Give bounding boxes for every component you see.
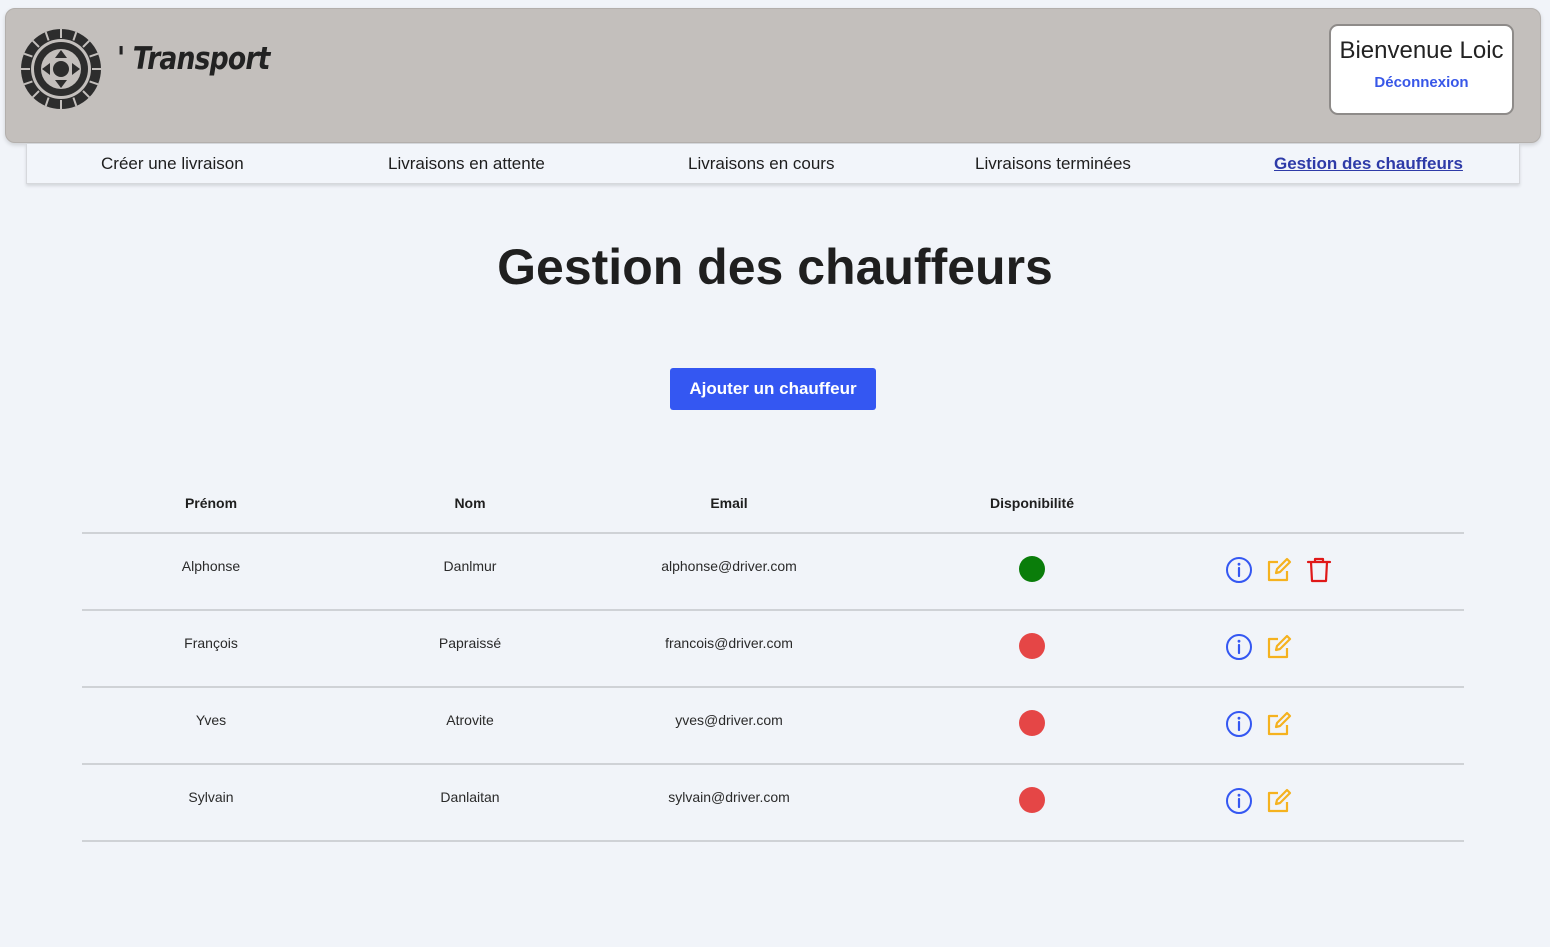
driver-lastname: Atrovite bbox=[446, 712, 494, 728]
add-driver-button[interactable]: Ajouter un chauffeur bbox=[670, 368, 876, 410]
table-row: Yves Atrovite yves@driver.com bbox=[82, 688, 1464, 765]
table-header: Prénom Nom Email Disponibilité bbox=[82, 484, 1464, 534]
page-title: Gestion des chauffeurs bbox=[497, 239, 1053, 295]
driver-firstname: François bbox=[184, 635, 238, 651]
info-icon[interactable] bbox=[1225, 556, 1253, 584]
app-logo-text: ' Transport bbox=[117, 41, 270, 77]
welcome-message: Bienvenue Loic bbox=[1339, 37, 1504, 64]
table-row: Sylvain Danlaitan sylvain@driver.com bbox=[82, 765, 1464, 842]
nav-driver-management[interactable]: Gestion des chauffeurs bbox=[1274, 154, 1463, 174]
info-icon[interactable] bbox=[1225, 787, 1253, 815]
table-row: Alphonse Danlmur alphonse@driver.com bbox=[82, 534, 1464, 611]
availability-indicator bbox=[1019, 556, 1045, 582]
row-actions bbox=[1225, 633, 1293, 661]
table-row: François Papraissé francois@driver.com bbox=[82, 611, 1464, 688]
edit-icon[interactable] bbox=[1265, 556, 1293, 584]
main-navigation: Créer une livraison Livraisons en attent… bbox=[26, 144, 1520, 184]
row-actions bbox=[1225, 787, 1293, 815]
info-icon[interactable] bbox=[1225, 710, 1253, 738]
logout-link[interactable]: Déconnexion bbox=[1331, 74, 1512, 91]
app-header: ' Transport Bienvenue Loic Déconnexion bbox=[5, 8, 1541, 143]
edit-icon[interactable] bbox=[1265, 710, 1293, 738]
driver-firstname: Alphonse bbox=[181, 558, 241, 574]
driver-email: sylvain@driver.com bbox=[668, 789, 790, 805]
column-header-email: Email bbox=[710, 495, 748, 511]
availability-indicator bbox=[1019, 710, 1045, 736]
nav-pending-deliveries[interactable]: Livraisons en attente bbox=[388, 154, 545, 174]
driver-lastname: Papraissé bbox=[438, 635, 502, 651]
edit-icon[interactable] bbox=[1265, 787, 1293, 815]
column-header-lastname: Nom bbox=[454, 495, 486, 511]
driver-lastname: Danlaitan bbox=[440, 789, 500, 805]
driver-lastname: Danlmur bbox=[443, 558, 497, 574]
nav-ongoing-deliveries[interactable]: Livraisons en cours bbox=[688, 154, 834, 174]
user-welcome-box: Bienvenue Loic Déconnexion bbox=[1329, 24, 1514, 115]
row-actions bbox=[1225, 556, 1333, 584]
drivers-table: Prénom Nom Email Disponibilité Alphonse … bbox=[82, 484, 1464, 842]
driver-email: francois@driver.com bbox=[665, 635, 793, 651]
availability-indicator bbox=[1019, 787, 1045, 813]
column-header-availability: Disponibilité bbox=[990, 495, 1074, 511]
driver-firstname: Sylvain bbox=[188, 789, 234, 805]
edit-icon[interactable] bbox=[1265, 633, 1293, 661]
driver-email: yves@driver.com bbox=[675, 712, 783, 728]
availability-indicator bbox=[1019, 633, 1045, 659]
row-actions bbox=[1225, 710, 1293, 738]
driver-email: alphonse@driver.com bbox=[661, 558, 797, 574]
column-header-firstname: Prénom bbox=[184, 495, 238, 511]
trash-icon[interactable] bbox=[1305, 556, 1333, 584]
info-icon[interactable] bbox=[1225, 633, 1253, 661]
nav-finished-deliveries[interactable]: Livraisons terminées bbox=[975, 154, 1131, 174]
wheel-logo-icon bbox=[21, 29, 101, 109]
driver-firstname: Yves bbox=[195, 712, 227, 728]
nav-create-delivery[interactable]: Créer une livraison bbox=[101, 154, 244, 174]
